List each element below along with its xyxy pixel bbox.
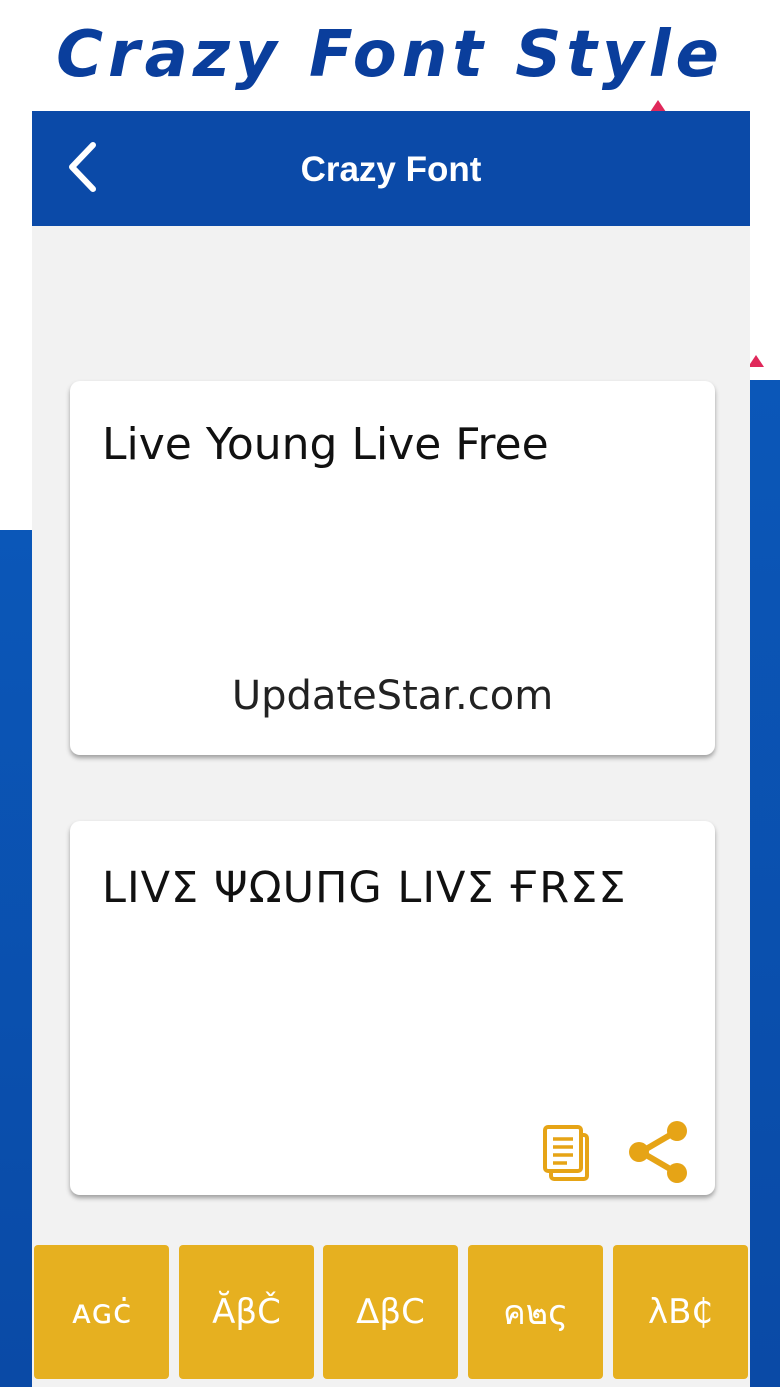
share-icon [629, 1121, 687, 1183]
style-button-4[interactable]: ค๒ς [468, 1245, 603, 1379]
app-screen: Crazy Font Live Young Live Free UpdateSt… [32, 111, 750, 1387]
input-card: Live Young Live Free UpdateStar.com [70, 381, 715, 755]
font-style-bar: ᴀɢċ ĂβČ ΔβC ค๒ς λB₵ [32, 1245, 750, 1387]
decoration-triangle [748, 355, 764, 367]
style-button-2[interactable]: ĂβČ [179, 1245, 314, 1379]
share-button[interactable] [625, 1119, 693, 1185]
style-button-1[interactable]: ᴀɢċ [34, 1245, 169, 1379]
chevron-left-icon [69, 142, 96, 192]
output-card: LIVΣ ΨΩUПG LIVΣ ҒRΣΣ [70, 821, 715, 1195]
styled-output-text: LIVΣ ΨΩUПG LIVΣ ҒRΣΣ [102, 863, 627, 913]
style-button-5[interactable]: λB₵ [613, 1245, 748, 1379]
copy-icon [543, 1125, 589, 1181]
style-button-3[interactable]: ΔβC [323, 1245, 458, 1379]
watermark: UpdateStar.com [231, 673, 554, 719]
app-bar: Crazy Font [32, 111, 750, 226]
copy-button[interactable] [543, 1125, 591, 1181]
back-button[interactable] [52, 137, 112, 197]
text-input[interactable]: Live Young Live Free [102, 419, 685, 470]
app-bar-title: Crazy Font [300, 150, 482, 189]
promo-title: Crazy Font Style [56, 18, 724, 92]
